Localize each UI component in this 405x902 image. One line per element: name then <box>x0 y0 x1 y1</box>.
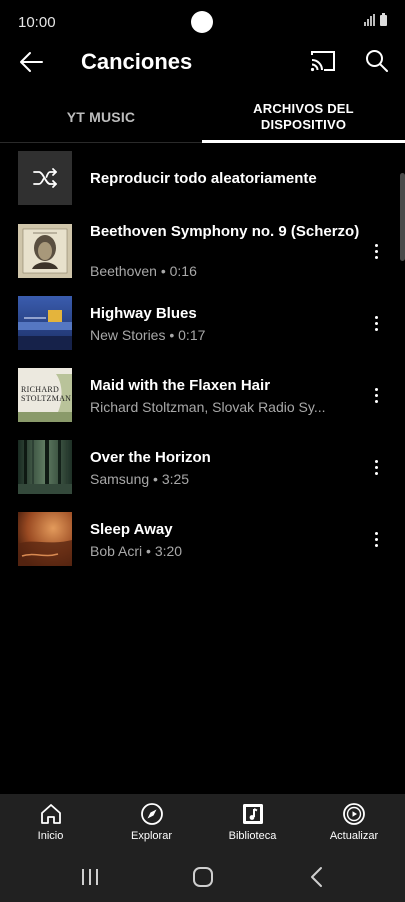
back-arrow-icon <box>20 52 43 72</box>
cast-button[interactable] <box>309 49 337 73</box>
song-title: Highway Blues <box>90 305 197 322</box>
upgrade-icon <box>343 803 365 825</box>
cast-icon <box>310 51 335 72</box>
library-icon <box>242 804 263 824</box>
more-options-button[interactable] <box>366 526 386 552</box>
more-options-button[interactable] <box>366 238 386 264</box>
song-row[interactable]: Beethoven Symphony no. 9 (Scherzo) Beeth… <box>0 222 405 280</box>
song-subtitle: Samsung • 3:25 <box>90 471 190 487</box>
song-title: Maid with the Flaxen Hair <box>90 377 271 394</box>
signal-icon <box>364 14 375 26</box>
nav-item-library[interactable]: Biblioteca <box>202 794 303 852</box>
album-art-maid-flaxen-hair: RICHARD STOLTZMAN <box>18 368 72 422</box>
song-row[interactable]: Sleep Away Bob Acri • 3:20 <box>0 512 405 566</box>
home-icon <box>40 804 61 824</box>
nav-label: Inicio <box>37 830 64 842</box>
song-title: Over the Horizon <box>90 449 211 466</box>
tab-device-files[interactable]: ARCHIVOS DEL DISPOSITIVO <box>202 92 405 142</box>
tab-device-files-label: ARCHIVOS DEL DISPOSITIVO <box>253 101 354 132</box>
album-art-over-the-horizon <box>18 440 72 494</box>
album-art-highway-blues <box>18 296 72 350</box>
search-button[interactable] <box>364 48 390 74</box>
compass-icon <box>140 803 163 825</box>
recents-button[interactable] <box>76 864 104 890</box>
system-back-button[interactable] <box>303 864 331 890</box>
back-button[interactable] <box>16 48 48 76</box>
song-row[interactable]: RICHARD STOLTZMAN Maid with the Flaxen H… <box>0 368 405 422</box>
status-time: 10:00 <box>18 14 56 31</box>
nav-label: Explorar <box>131 830 172 842</box>
song-title: Sleep Away <box>90 521 173 538</box>
shuffle-all-row[interactable]: Reproducir todo aleatoriamente <box>0 150 405 206</box>
album-art-beethoven <box>18 224 72 278</box>
nav-item-explore[interactable]: Explorar <box>101 794 202 852</box>
nav-item-home[interactable]: Inicio <box>0 794 101 852</box>
bottom-nav: Inicio Explorar Biblioteca Actualizar <box>0 794 405 852</box>
song-subtitle: Richard Stoltzman, Slovak Radio Sy... <box>90 399 326 415</box>
home-circle-icon <box>193 867 213 887</box>
page-title: Canciones <box>81 49 193 74</box>
shuffle-icon <box>33 168 57 188</box>
nav-item-upgrade[interactable]: Actualizar <box>303 794 405 852</box>
battery-icon <box>380 13 387 26</box>
tab-bar: YT MUSIC ARCHIVOS DEL DISPOSITIVO <box>0 92 405 143</box>
tab-indicator <box>202 140 405 143</box>
album-art-sleep-away <box>18 512 72 566</box>
more-options-button[interactable] <box>366 310 386 336</box>
shuffle-tile <box>18 151 72 205</box>
nav-label: Biblioteca <box>228 830 277 842</box>
tab-yt-music[interactable]: YT MUSIC <box>0 92 202 142</box>
nav-label: Actualizar <box>329 830 379 842</box>
chevron-left-icon <box>311 867 322 887</box>
album-art-text: RICHARD STOLTZMAN <box>21 385 72 403</box>
more-options-button[interactable] <box>366 454 386 480</box>
status-icons <box>364 13 387 26</box>
song-subtitle: Bob Acri • 3:20 <box>90 543 183 559</box>
recents-icon <box>82 869 98 885</box>
song-subtitle: Beethoven • 0:16 <box>90 263 197 279</box>
more-options-button[interactable] <box>366 382 386 408</box>
song-row[interactable]: Highway Blues New Stories • 0:17 <box>0 296 405 350</box>
song-subtitle: New Stories • 0:17 <box>90 327 206 343</box>
song-title: Beethoven Symphony no. 9 (Scherzo) <box>90 223 360 240</box>
status-bar: 10:00 <box>0 0 405 44</box>
system-nav-bar <box>0 852 405 902</box>
camera-cutout <box>191 11 213 33</box>
shuffle-all-label: Reproducir todo aleatoriamente <box>90 170 317 187</box>
home-button[interactable] <box>189 864 217 890</box>
search-icon <box>366 50 388 72</box>
app-bar: Canciones <box>0 40 405 84</box>
scrollbar[interactable] <box>400 173 405 261</box>
song-row[interactable]: Over the Horizon Samsung • 3:25 <box>0 440 405 494</box>
